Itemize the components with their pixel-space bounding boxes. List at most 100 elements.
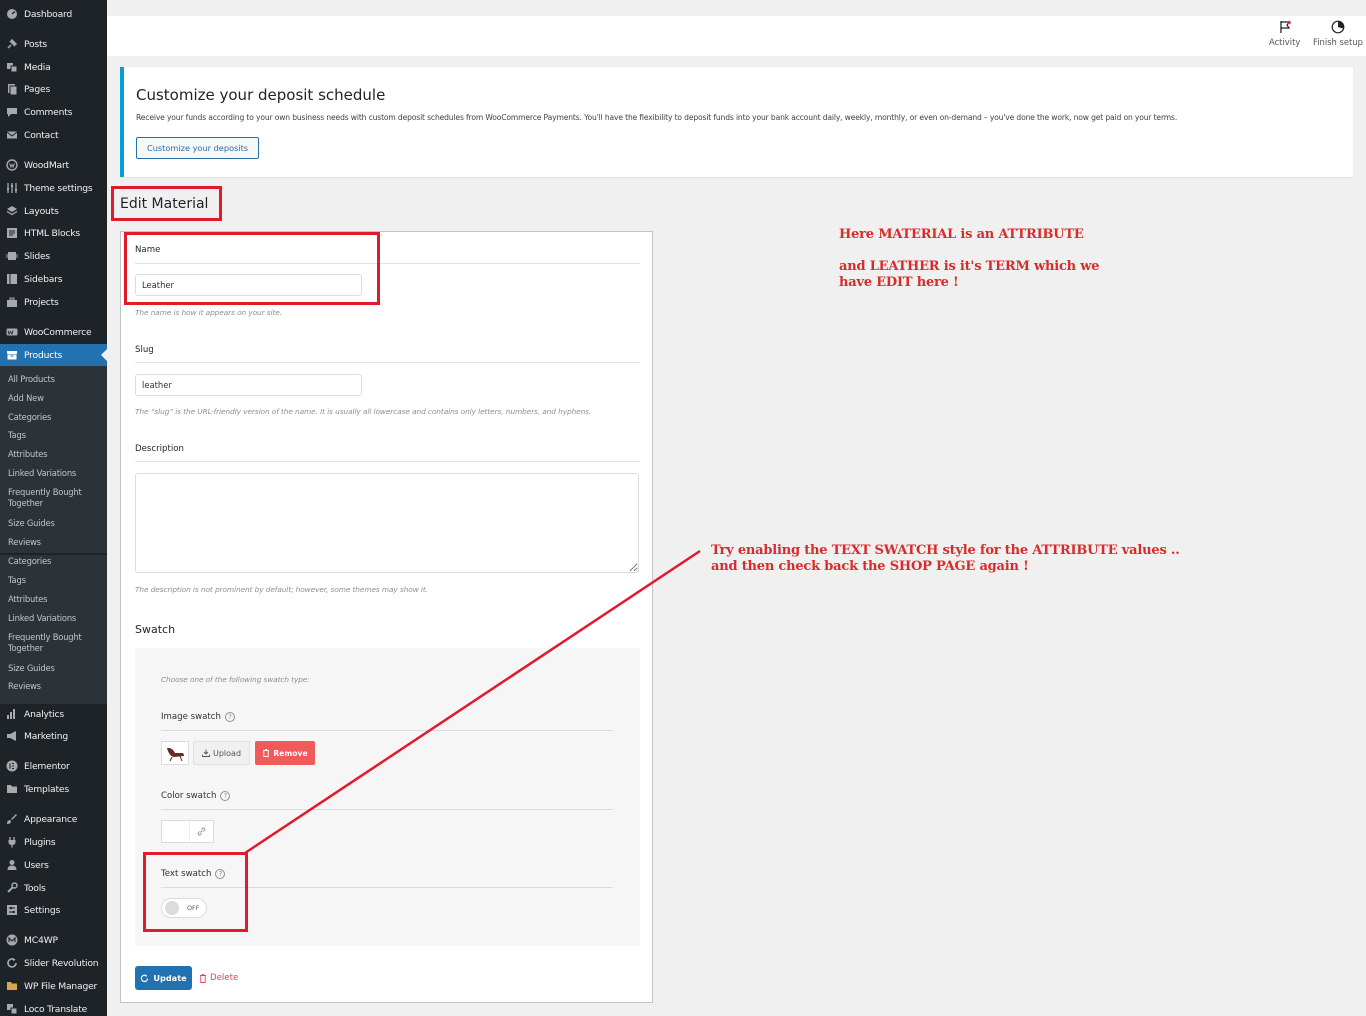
menu-settings[interactable]: Settings [0,899,107,921]
menu-label: Slider Revolution [24,957,99,969]
menu-label: MC4WP [24,934,58,946]
color-preview[interactable] [162,821,190,842]
upload-button[interactable]: Upload [193,741,250,765]
pages-icon [6,83,18,95]
menu-tools[interactable]: Tools [0,877,107,899]
user-icon [6,859,18,871]
submenu-linked-variations-2[interactable]: Linked Variations [8,613,105,624]
menu-users[interactable]: Users [0,854,107,876]
sidebar-icon [6,273,18,285]
menu-slides[interactable]: Slides [0,245,107,267]
megaphone-icon [6,730,18,742]
help-question-icon[interactable]: ? [224,712,235,722]
menu-appearance[interactable]: Appearance [0,808,107,830]
menu-marketing[interactable]: Marketing [0,725,107,747]
image-swatch-preview [161,741,189,765]
submenu-tags-2[interactable]: Tags [8,575,105,586]
menu-projects[interactable]: Projects [0,291,107,313]
menu-layouts[interactable]: Layouts [0,200,107,222]
progress-circle-icon [1331,20,1345,34]
menu-elementor[interactable]: Elementor [0,755,107,777]
menu-media[interactable]: Media [0,56,107,78]
woocommerce-icon [6,326,18,338]
menu-wp-file-manager[interactable]: WP File Manager [0,975,107,997]
color-picker[interactable] [161,820,214,843]
description-label: Description [135,444,184,454]
archive-icon [6,349,18,361]
submenu-size-guides[interactable]: Size Guides [8,518,105,529]
submenu-tags[interactable]: Tags [8,430,105,441]
menu-theme-settings[interactable]: Theme settings [0,177,107,199]
submenu-reviews[interactable]: Reviews [8,537,105,548]
pin-icon [6,38,18,50]
comment-icon [6,106,18,118]
menu-label: Projects [24,296,59,308]
wrench-icon [6,882,18,894]
menu-label: Analytics [24,708,64,720]
trash-icon [200,973,206,983]
menu-woodmart[interactable]: WoodMart [0,154,107,176]
chart-bar-icon [6,708,18,720]
menu-label: WP File Manager [24,980,98,992]
image-swatch-divider [161,730,613,731]
slug-input[interactable] [135,374,362,396]
menu-label: Media [24,61,51,73]
menu-label: Users [24,859,49,871]
submenu-reviews-2[interactable]: Reviews [8,681,105,692]
activity-label: Activity [1269,37,1301,47]
submenu-all-products[interactable]: All Products [8,374,105,385]
submenu-categories[interactable]: Categories [8,412,105,423]
menu-slider-revolution[interactable]: Slider Revolution [0,952,107,974]
menu-html-blocks[interactable]: HTML Blocks [0,222,107,244]
mc4wp-icon [6,934,18,946]
submenu-linked-variations[interactable]: Linked Variations [8,468,105,479]
menu-analytics[interactable]: Analytics [0,703,107,725]
brush-icon [6,813,18,825]
color-swatch-divider [161,809,613,810]
submenu-categories-2[interactable]: Categories [8,556,105,567]
annotation-leather-term-2: have EDIT here ! [839,275,959,290]
description-divider [135,461,640,462]
sliders-icon [6,182,18,194]
dashboard-icon [6,8,18,20]
menu-label: WoodMart [24,159,69,171]
menu-templates[interactable]: Templates [0,778,107,800]
menu-dashboard[interactable]: Dashboard [0,3,107,25]
finish-setup-button[interactable]: Finish setup [1313,20,1363,47]
download-icon [202,749,210,757]
slug-divider [135,362,640,363]
menu-comments[interactable]: Comments [0,101,107,123]
submenu-attributes[interactable]: Attributes [8,449,105,460]
customize-deposits-button[interactable]: Customize your deposits [136,137,260,159]
menu-contact[interactable]: Contact [0,124,107,146]
menu-loco-translate[interactable]: Loco Translate [0,998,107,1016]
submenu-size-guides-2[interactable]: Size Guides [8,663,105,674]
submenu-attributes-2[interactable]: Attributes [8,594,105,605]
description-help-text: The description is not prominent by defa… [135,585,428,594]
menu-plugins[interactable]: Plugins [0,831,107,853]
menu-label: Settings [24,904,61,916]
link-icon[interactable] [190,821,213,842]
help-question-icon[interactable]: ? [220,791,231,801]
menu-label: Pages [24,83,51,95]
description-textarea[interactable] [135,473,639,573]
menu-posts[interactable]: Posts [0,33,107,55]
delete-button[interactable]: Delete [199,966,238,990]
menu-label: WooCommerce [24,326,92,338]
submenu-frequently-bought-together[interactable]: Frequently Bought Together [8,487,88,509]
menu-products[interactable]: Products [0,344,107,366]
activity-button[interactable]: Activity [1269,20,1300,47]
menu-sidebars[interactable]: Sidebars [0,268,107,290]
update-button[interactable]: Update [135,966,192,990]
submenu-frequently-bought-together-2[interactable]: Frequently Bought Together [8,632,88,654]
submenu-divider [0,553,107,555]
menu-pages[interactable]: Pages [0,78,107,100]
submenu-add-new[interactable]: Add New [8,393,105,404]
finish-setup-label: Finish setup [1313,37,1363,47]
menu-woocommerce[interactable]: WooCommerce [0,321,107,343]
slides-icon [6,250,18,262]
name-help-text: The name is how it appears on your site. [135,308,283,317]
chair-image-icon [167,747,184,762]
menu-mc4wp[interactable]: MC4WP [0,929,107,951]
remove-button[interactable]: Remove [255,741,315,765]
